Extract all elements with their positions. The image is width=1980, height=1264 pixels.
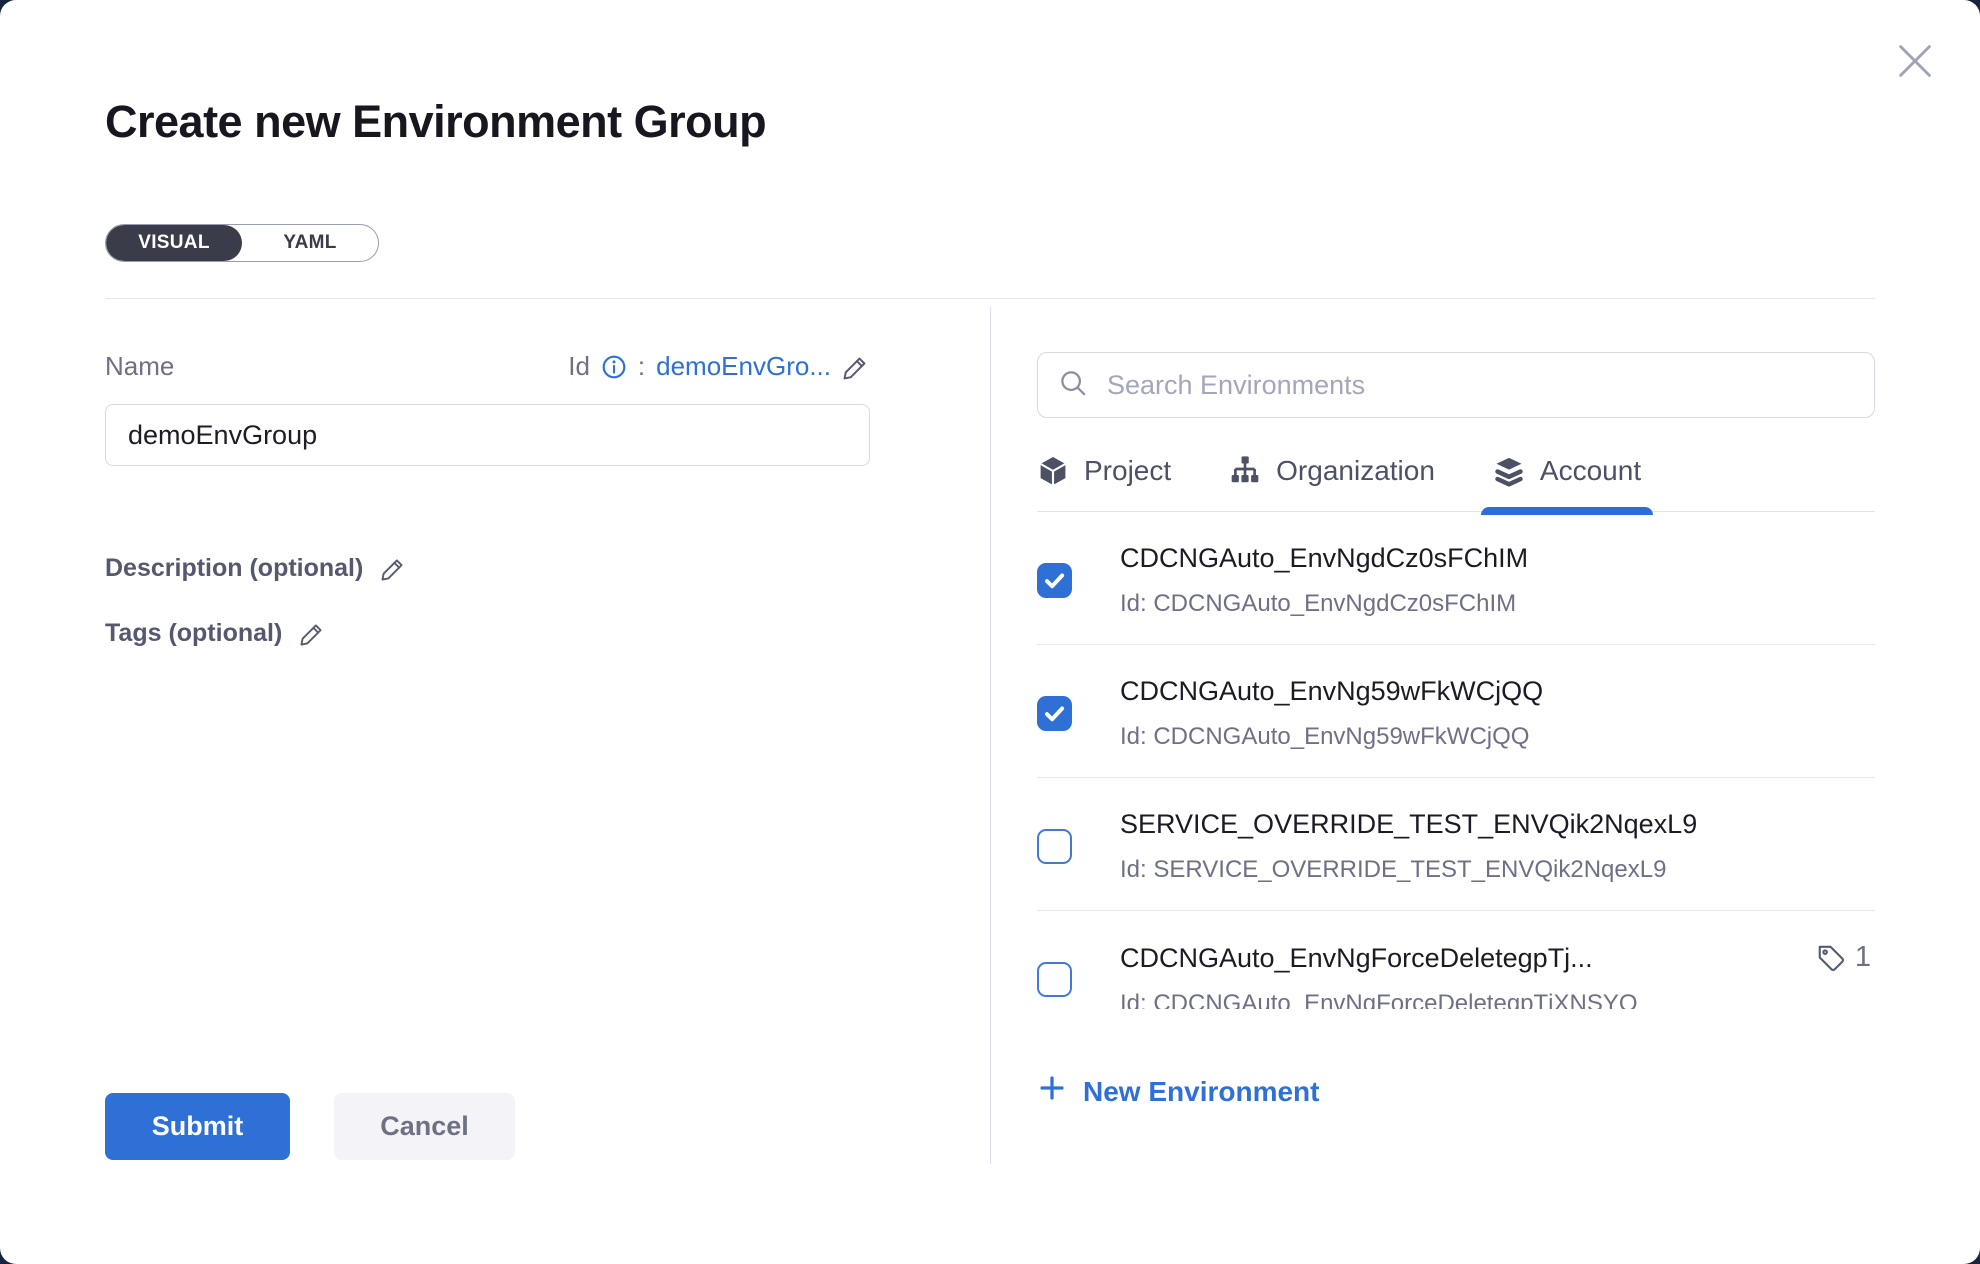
environment-row[interactable]: CDCNGAuto_EnvNg59wFkWCjQQ Id: CDCNGAuto_E…	[1037, 645, 1875, 778]
scope-tabs: Project Organization Account	[1037, 455, 1875, 512]
tags-row: Tags (optional)	[105, 619, 870, 648]
environments-pane: Project Organization Account CDCNGAuto_Env…	[990, 307, 1875, 1164]
environment-text: CDCNGAuto_EnvNg59wFkWCjQQ Id: CDCNGAuto_E…	[1120, 675, 1871, 751]
modal-content: Name Id : demoEnvGro... Description (opt…	[105, 307, 1875, 1264]
environment-name: CDCNGAuto_EnvNgForceDeletegpTj...	[1120, 942, 1593, 974]
checkbox-checked[interactable]	[1037, 563, 1072, 598]
environment-row[interactable]: CDCNGAuto_EnvNgdCz0sFChIM Id: CDCNGAuto_E…	[1037, 512, 1875, 645]
environment-text: SERVICE_OVERRIDE_TEST_ENVQik2NqexL9 Id: S…	[1120, 808, 1871, 884]
toggle-yaml[interactable]: YAML	[242, 225, 378, 261]
environment-text: CDCNGAuto_EnvNgForceDeletegpTj... 1 Id: CD…	[1120, 941, 1871, 1009]
checkbox-checked[interactable]	[1037, 696, 1072, 731]
description-row: Description (optional)	[105, 554, 870, 583]
org-chart-icon	[1229, 455, 1261, 487]
name-input[interactable]	[105, 404, 870, 466]
environment-name: CDCNGAuto_EnvNg59wFkWCjQQ	[1120, 675, 1543, 707]
name-id-row: Name Id : demoEnvGro...	[105, 351, 870, 382]
plus-icon	[1037, 1073, 1067, 1110]
environment-text: CDCNGAuto_EnvNgdCz0sFChIM Id: CDCNGAuto_E…	[1120, 542, 1871, 618]
close-icon	[1892, 72, 1938, 87]
form-pane: Name Id : demoEnvGro... Description (opt…	[105, 307, 990, 1264]
edit-id-pencil-icon[interactable]	[842, 353, 870, 381]
environment-row[interactable]: CDCNGAuto_EnvNgForceDeletegpTj... 1 Id: CD…	[1037, 911, 1875, 1009]
environment-row[interactable]: SERVICE_OVERRIDE_TEST_ENVQik2NqexL9 Id: S…	[1037, 778, 1875, 911]
tab-label: Organization	[1276, 455, 1435, 487]
tab-label: Project	[1084, 455, 1171, 487]
checkbox-unchecked[interactable]	[1037, 962, 1072, 997]
visual-yaml-toggle: VISUALYAML	[105, 224, 379, 262]
search-icon	[1058, 368, 1088, 403]
tag-icon	[1816, 943, 1846, 973]
new-environment-button[interactable]: New Environment	[1037, 1073, 1319, 1110]
layers-icon	[1493, 455, 1525, 487]
create-environment-group-modal: Create new Environment Group VISUALYAML …	[0, 0, 1980, 1264]
tab-organization[interactable]: Organization	[1229, 455, 1435, 511]
cube-icon	[1037, 455, 1069, 487]
tag-count: 1	[1855, 941, 1871, 974]
environment-id: Id: CDCNGAuto_EnvNgForceDeletegpTjXNSYQ	[1120, 990, 1871, 1009]
edit-tags-pencil-icon[interactable]	[299, 620, 326, 647]
search-box	[1037, 352, 1875, 418]
tab-account[interactable]: Account	[1493, 455, 1641, 511]
toggle-visual[interactable]: VISUAL	[106, 225, 242, 261]
environment-list: CDCNGAuto_EnvNgdCz0sFChIM Id: CDCNGAuto_E…	[1037, 512, 1875, 1009]
environment-id: Id: CDCNGAuto_EnvNg59wFkWCjQQ	[1120, 723, 1871, 751]
name-label: Name	[105, 351, 174, 382]
tab-project[interactable]: Project	[1037, 455, 1171, 511]
environment-name: SERVICE_OVERRIDE_TEST_ENVQik2NqexL9	[1120, 808, 1697, 840]
close-button[interactable]	[1892, 38, 1938, 84]
new-environment-label: New Environment	[1083, 1076, 1319, 1108]
info-icon[interactable]	[601, 354, 627, 380]
cancel-button[interactable]: Cancel	[334, 1093, 515, 1160]
search-input[interactable]	[1105, 369, 1854, 402]
header-divider	[105, 298, 1875, 299]
entity-id-value[interactable]: demoEnvGro...	[656, 351, 831, 382]
environment-id: Id: CDCNGAuto_EnvNgdCz0sFChIM	[1120, 590, 1871, 618]
footer-buttons: Submit Cancel	[105, 1093, 870, 1160]
page-title: Create new Environment Group	[105, 96, 1875, 148]
checkbox-unchecked[interactable]	[1037, 829, 1072, 864]
submit-button[interactable]: Submit	[105, 1093, 290, 1160]
tags-label: Tags (optional)	[105, 619, 282, 648]
edit-description-pencil-icon[interactable]	[380, 555, 407, 582]
id-label: Id	[568, 351, 590, 382]
tab-label: Account	[1540, 455, 1641, 487]
environment-name: CDCNGAuto_EnvNgdCz0sFChIM	[1120, 542, 1528, 574]
id-separator: :	[638, 351, 645, 382]
environment-id: Id: SERVICE_OVERRIDE_TEST_ENVQik2NqexL9	[1120, 856, 1871, 884]
entity-id-group: Id : demoEnvGro...	[568, 351, 870, 382]
description-label: Description (optional)	[105, 554, 363, 583]
tag-count-badge: 1	[1816, 941, 1871, 974]
